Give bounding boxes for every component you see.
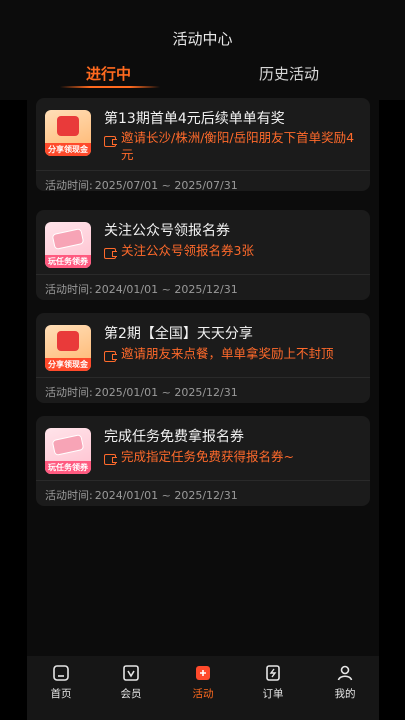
activity-thumbnail: 分享领现金 bbox=[45, 110, 91, 156]
activity-title: 完成任务免费拿报名券 bbox=[104, 429, 244, 445]
divider bbox=[36, 377, 370, 378]
nav-label: 活动 bbox=[192, 688, 214, 700]
activity-period: 活动时间: 2025/01/01 ~ 2025/12/31 bbox=[45, 384, 238, 400]
thumbnail-caption: 分享领现金 bbox=[45, 143, 91, 156]
divider bbox=[36, 170, 370, 171]
activity-list[interactable]: 分享领现金 第13期首单4元后续单单有奖 邀请长沙/株洲/衡阳/岳阳朋友下首单奖… bbox=[27, 88, 379, 656]
nav-label: 我的 bbox=[334, 688, 356, 700]
period-label: 活动时间: bbox=[45, 489, 93, 502]
nav-item-home[interactable]: 首页 bbox=[35, 664, 87, 701]
nav-item-orders[interactable]: 订单 bbox=[247, 664, 299, 701]
home-icon bbox=[53, 665, 69, 681]
ticket-icon bbox=[51, 228, 85, 250]
tab-ongoing[interactable]: 进行中 bbox=[86, 63, 131, 84]
vip-icon bbox=[123, 665, 139, 681]
top-bar: 活动中心 进行中 历史活动 bbox=[0, 0, 405, 100]
activity-card[interactable]: 玩任务领券 关注公众号领报名券 关注公众号领报名券3张 活动时间: 2024/01… bbox=[36, 210, 370, 300]
ticket-icon bbox=[51, 434, 85, 456]
activity-desc: 完成指定任务免费获得报名券~ bbox=[121, 449, 294, 464]
activity-desc: 邀请朋友来点餐，单单拿奖励上不封顶 bbox=[121, 346, 334, 361]
activity-desc: 邀请长沙/株洲/衡阳/岳阳朋友下首单奖励4元 bbox=[121, 130, 355, 162]
period-value: 2025/01/01 ~ 2025/12/31 bbox=[94, 386, 238, 399]
activity-title: 第13期首单4元后续单单有奖 bbox=[104, 111, 285, 127]
page-title: 活动中心 bbox=[172, 30, 233, 48]
activity-thumbnail: 分享领现金 bbox=[45, 325, 91, 371]
activity-period: 活动时间: 2025/07/01 ~ 2025/07/31 bbox=[45, 177, 238, 193]
activity-thumbnail: 玩任务领券 bbox=[45, 222, 91, 268]
activity-period: 活动时间: 2024/01/01 ~ 2025/12/31 bbox=[45, 487, 238, 503]
divider bbox=[36, 480, 370, 481]
thumbnail-caption: 玩任务领券 bbox=[45, 255, 91, 268]
tab-history[interactable]: 历史活动 bbox=[259, 63, 319, 84]
activity-period: 活动时间: 2024/01/01 ~ 2025/12/31 bbox=[45, 281, 238, 297]
period-value: 2024/01/01 ~ 2025/12/31 bbox=[94, 283, 238, 296]
period-label: 活动时间: bbox=[45, 179, 93, 192]
divider bbox=[36, 274, 370, 275]
activity-card[interactable]: 分享领现金 第13期首单4元后续单单有奖 邀请长沙/株洲/衡阳/岳阳朋友下首单奖… bbox=[36, 98, 370, 193]
activity-title: 关注公众号领报名券 bbox=[104, 223, 230, 239]
wallet-icon bbox=[104, 136, 117, 147]
nav-label: 会员 bbox=[120, 688, 142, 700]
nav-item-profile[interactable]: 我的 bbox=[319, 664, 371, 701]
period-value: 2025/07/01 ~ 2025/07/31 bbox=[94, 179, 238, 192]
nav-item-activity[interactable]: 活动 bbox=[177, 664, 229, 701]
nav-label: 订单 bbox=[262, 688, 284, 700]
red-packet-icon bbox=[57, 331, 79, 351]
thumbnail-caption: 玩任务领券 bbox=[45, 461, 91, 474]
bottom-nav: 首页 会员 活动 订单 我的 bbox=[27, 656, 379, 720]
activity-title: 第2期【全国】天天分享 bbox=[104, 326, 253, 342]
period-label: 活动时间: bbox=[45, 386, 93, 399]
wallet-icon bbox=[104, 454, 117, 465]
order-icon bbox=[266, 665, 280, 681]
red-packet-icon bbox=[57, 116, 79, 136]
wallet-icon bbox=[104, 351, 117, 362]
wallet-icon bbox=[104, 248, 117, 259]
period-label: 活动时间: bbox=[45, 283, 93, 296]
nav-item-vip[interactable]: 会员 bbox=[105, 664, 157, 701]
activity-card[interactable]: 分享领现金 第2期【全国】天天分享 邀请朋友来点餐，单单拿奖励上不封顶 活动时间… bbox=[36, 313, 370, 403]
activity-desc: 关注公众号领报名券3张 bbox=[121, 243, 254, 258]
period-value: 2024/01/01 ~ 2025/12/31 bbox=[94, 489, 238, 502]
gift-icon bbox=[196, 666, 210, 680]
profile-icon bbox=[337, 665, 353, 681]
thumbnail-caption: 分享领现金 bbox=[45, 358, 91, 371]
activity-thumbnail: 玩任务领券 bbox=[45, 428, 91, 474]
activity-card[interactable]: 玩任务领券 完成任务免费拿报名券 完成指定任务免费获得报名券~ 活动时间: 202… bbox=[36, 416, 370, 506]
nav-label: 首页 bbox=[50, 688, 72, 700]
